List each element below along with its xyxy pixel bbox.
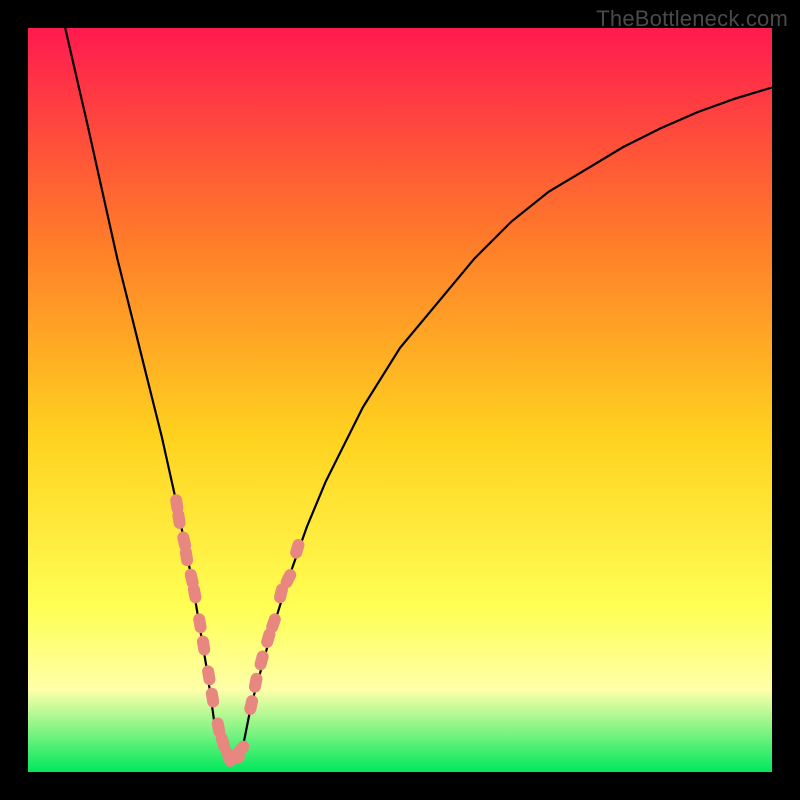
chart-svg: [28, 28, 772, 772]
watermark-text: TheBottleneck.com: [596, 6, 788, 32]
gradient-background: [28, 28, 772, 772]
plot-area: [28, 28, 772, 772]
chart-frame: TheBottleneck.com: [0, 0, 800, 800]
